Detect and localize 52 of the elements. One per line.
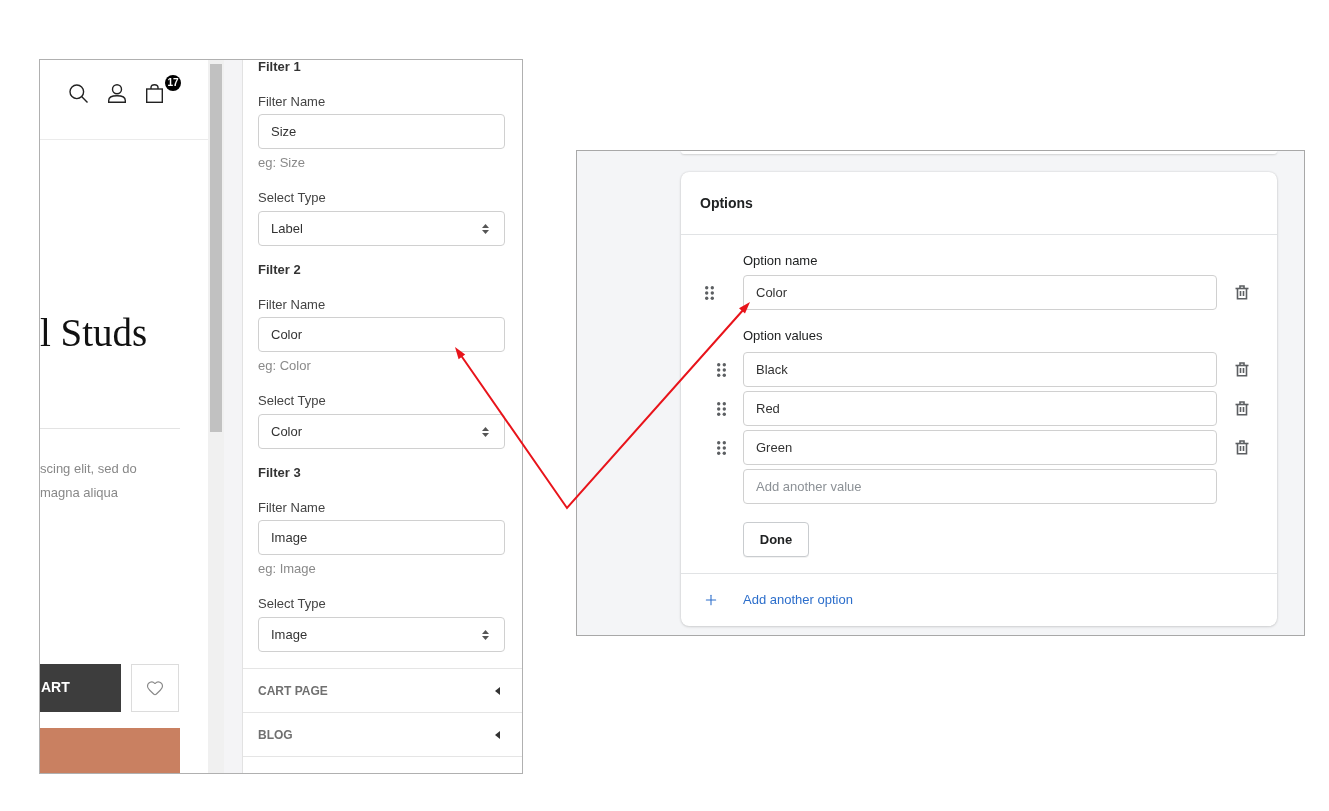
hint-text: eg: Image [258,560,316,578]
trash-icon[interactable] [1235,285,1249,300]
add-to-cart-button[interactable]: ART [40,663,121,712]
field-label: Filter Name [258,93,326,111]
select-type-dropdown[interactable]: Color [258,414,505,449]
drag-handle-icon[interactable] [717,362,726,377]
drag-handle-icon[interactable] [705,285,714,300]
section-header[interactable]: CART PAGE [243,668,522,712]
new-value-input[interactable]: Add another value [743,469,1217,504]
done-button[interactable]: Done [743,522,809,557]
filter-heading: Filter 3 [258,464,301,482]
solid-button[interactable] [40,727,180,773]
caret-up-down-icon [482,629,489,640]
heart-icon [146,678,164,697]
field-label: Filter Name [258,499,326,517]
filter-heading: Filter 2 [258,261,301,279]
description-text: magna aliqua [40,483,119,502]
option-value-input[interactable]: Green [743,430,1217,465]
trash-icon[interactable] [1235,362,1249,377]
field-label: Select Type [258,595,326,613]
card-title: Options [700,193,753,213]
field-label: Select Type [258,189,326,207]
description-text: scing elit, sed do [40,459,137,478]
option-value-input[interactable]: Black [743,352,1217,387]
add-option-link[interactable]: Add another option [743,590,853,610]
drag-handle-icon[interactable] [717,440,726,455]
caret-up-down-icon [482,223,489,234]
filter-heading: Filter 1 [258,60,301,76]
field-label: Select Type [258,392,326,410]
field-label: Option name [743,252,818,270]
cart-count-badge: 17 [165,75,181,91]
hint-text: eg: Color [258,357,311,375]
option-name-input[interactable]: Color [743,275,1217,310]
drag-handle-icon[interactable] [717,401,726,416]
field-label: Option values [743,327,823,345]
select-type-dropdown[interactable]: Image [258,617,505,652]
user-icon[interactable] [108,84,126,103]
shopping-bag-icon[interactable] [146,84,163,103]
search-icon[interactable] [69,84,88,103]
select-type-dropdown[interactable]: Label [258,211,505,246]
product-title: l Studs [40,312,148,354]
hint-text: eg: Size [258,154,305,172]
filter-name-input[interactable]: Size [258,114,505,149]
filter-name-input[interactable]: Color [258,317,505,352]
scrollbar[interactable] [208,60,224,773]
filter-name-input[interactable]: Image [258,520,505,555]
trash-icon[interactable] [1235,440,1249,455]
field-label: Filter Name [258,296,326,314]
section-header[interactable]: BLOG [243,712,522,756]
trash-icon[interactable] [1235,401,1249,416]
option-value-input[interactable]: Red [743,391,1217,426]
caret-up-down-icon [482,426,489,437]
